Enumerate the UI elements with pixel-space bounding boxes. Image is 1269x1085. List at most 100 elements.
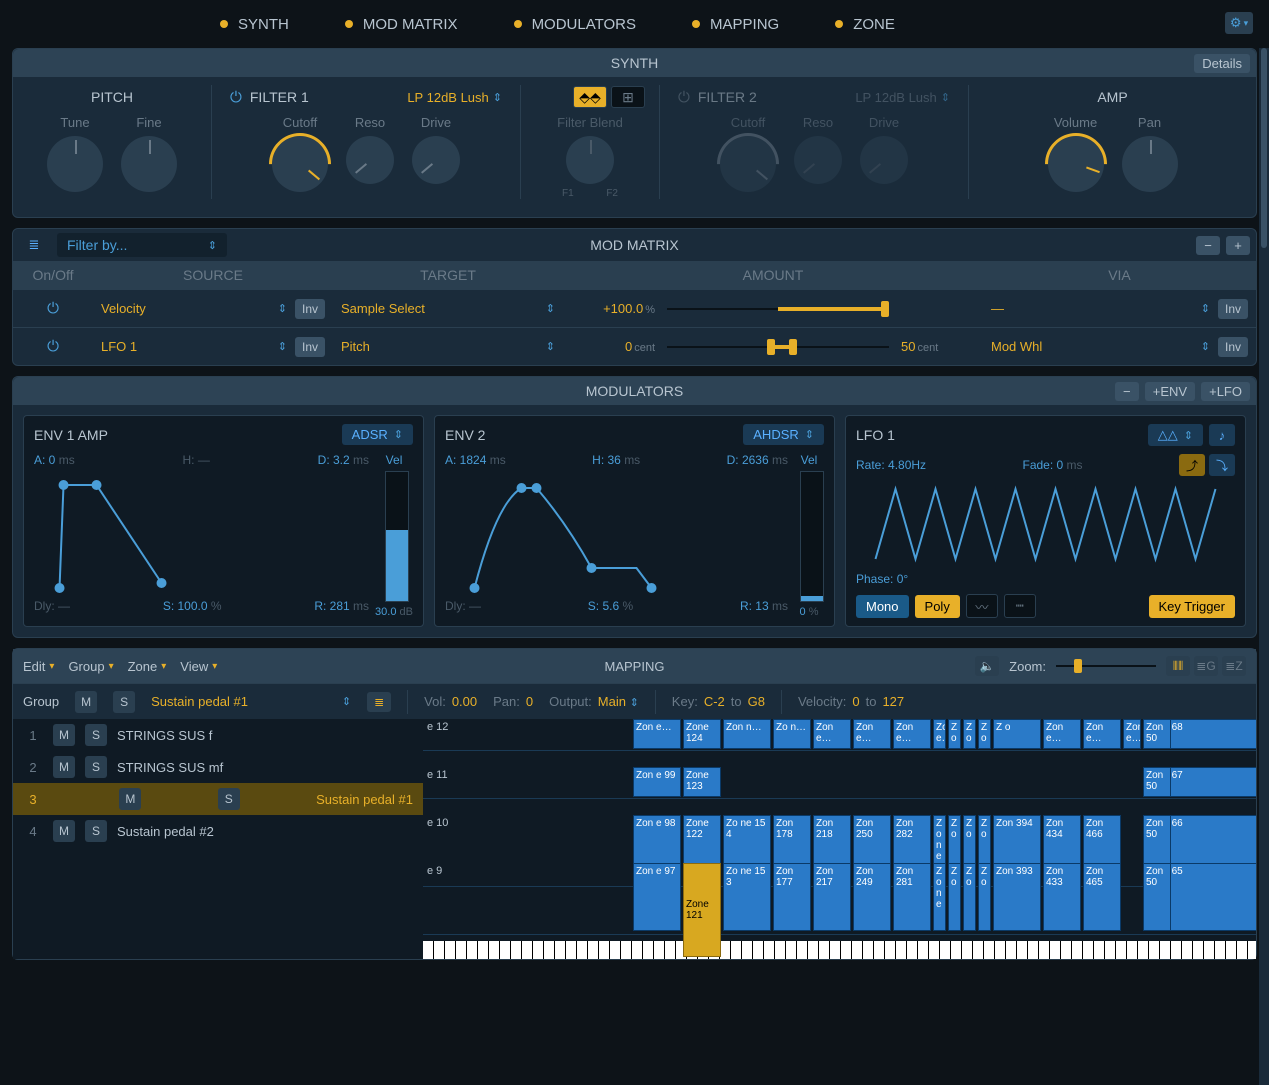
add-row-button[interactable]: + <box>1226 236 1250 255</box>
zone-cell[interactable]: Zon 177 <box>773 863 811 931</box>
zone-cell[interactable]: Z o <box>993 719 1041 749</box>
amount2-value[interactable]: 50cent <box>901 339 971 354</box>
zone-cell[interactable]: Zon 217 <box>813 863 851 931</box>
group-row[interactable]: 3MSSustain pedal #1 <box>13 783 423 815</box>
vol-value[interactable]: 0.00 <box>452 694 477 709</box>
target-select[interactable]: Sample Select⇕ <box>341 301 555 316</box>
lfo-fade-value[interactable]: Fade: 0 ms <box>1023 458 1083 472</box>
filter2-reso-knob[interactable] <box>794 136 842 184</box>
zone-cell[interactable]: Zon 50 <box>1143 767 1171 797</box>
filter1-reso-knob[interactable] <box>346 136 394 184</box>
group-name-select[interactable]: Sustain pedal #1⇕ <box>151 694 351 709</box>
zone-cell[interactable]: Zon e… <box>633 719 681 749</box>
amount-slider[interactable] <box>667 346 889 348</box>
zone-grid[interactable]: e 12Zone 68Zon e…Zone 124Zon n…Zo n…Zon … <box>423 719 1256 959</box>
scrollbar-thumb[interactable] <box>1261 48 1267 248</box>
sustain-value[interactable]: S: 100.0 % <box>163 599 222 613</box>
filter2-drive-knob[interactable] <box>860 136 908 184</box>
release-value[interactable]: R: 13 ms <box>740 599 788 613</box>
list-toggle-icon[interactable]: ≣ <box>367 692 391 712</box>
zone-cell[interactable]: Zon 433 <box>1043 863 1081 931</box>
mute-button[interactable]: M <box>75 691 97 713</box>
solo-button[interactable]: S <box>85 820 107 842</box>
zone-cell[interactable]: Zon 465 <box>1083 863 1121 931</box>
mute-button[interactable]: M <box>53 756 75 778</box>
zone-cell[interactable]: Z o <box>948 719 961 749</box>
tab-mod-matrix[interactable]: MOD MATRIX <box>317 16 486 33</box>
zone-cell[interactable]: Zon 281 <box>893 863 931 931</box>
attack-value[interactable]: A: 0 ms <box>34 453 75 467</box>
mute-button[interactable]: M <box>53 820 75 842</box>
list-icon[interactable]: ≣ <box>21 234 47 256</box>
zone-cell[interactable]: Z o <box>963 719 976 749</box>
scrollbar[interactable] <box>1259 48 1269 1085</box>
zone-cell[interactable]: Z o <box>978 863 991 931</box>
zone-cell[interactable]: Z o <box>978 719 991 749</box>
zone-cell[interactable]: Zone 124 <box>683 719 721 749</box>
lfo-wave-select[interactable]: △△⇕ <box>1148 424 1203 446</box>
vel-slider[interactable] <box>385 471 409 602</box>
zone-cell[interactable]: Zone 121 <box>683 863 721 957</box>
zone-cell[interactable]: Zon 249 <box>853 863 891 931</box>
source-select[interactable]: LFO 1⇕ <box>101 339 287 354</box>
pan-knob[interactable] <box>1122 136 1178 192</box>
zone-cell[interactable]: Zon e… <box>893 719 931 749</box>
zone-cell[interactable]: Zon e 97 <box>633 863 681 931</box>
key-trigger-button[interactable]: Key Trigger <box>1149 595 1235 618</box>
target-select[interactable]: Pitch⇕ <box>341 339 555 354</box>
tab-modulators[interactable]: MODULATORS <box>486 16 664 33</box>
inv-button[interactable]: Inv <box>295 337 325 357</box>
group-row[interactable]: 1MSSTRINGS SUS f <box>13 719 423 751</box>
add-env-button[interactable]: +ENV <box>1145 382 1195 401</box>
fine-knob[interactable] <box>121 136 177 192</box>
filter1-drive-knob[interactable] <box>412 136 460 184</box>
zone-menu[interactable]: Zone▾ <box>128 659 167 674</box>
via-select[interactable]: —⇕ <box>991 301 1210 316</box>
zoom-slider[interactable] <box>1056 665 1156 667</box>
group-menu[interactable]: Group▾ <box>68 659 113 674</box>
zone-cell[interactable]: Zon 50 <box>1143 719 1171 749</box>
tune-knob[interactable] <box>47 136 103 192</box>
solo-button[interactable]: S <box>85 756 107 778</box>
view-menu[interactable]: View▾ <box>180 659 217 674</box>
filter1-power-icon[interactable]: ⏻ <box>230 89 242 106</box>
add-lfo-button[interactable]: +LFO <box>1201 382 1250 401</box>
routing-parallel-button[interactable]: ⊞ <box>611 86 645 108</box>
mute-button[interactable]: M <box>53 724 75 746</box>
view-keys-button[interactable]: ⦀⦀ <box>1166 656 1190 676</box>
zone-cell[interactable]: Zon e… <box>1083 719 1121 749</box>
keyboard-strip[interactable] <box>423 941 1256 959</box>
source-select[interactable]: Velocity⇕ <box>101 301 287 316</box>
amount-slider[interactable] <box>667 308 889 310</box>
audition-button[interactable]: 🔈 <box>975 656 999 676</box>
zone-cell[interactable]: Z o n e <box>933 863 946 931</box>
inv-button[interactable]: Inv <box>1218 337 1248 357</box>
group-row[interactable]: 2MSSTRINGS SUS mf <box>13 751 423 783</box>
env1-graph[interactable] <box>34 473 369 593</box>
filter-blend-knob[interactable] <box>566 136 614 184</box>
zone-cell[interactable]: Zone 123 <box>683 767 721 797</box>
zone-cell[interactable]: Z o <box>948 863 961 931</box>
view-group-button[interactable]: ≣G <box>1194 656 1218 676</box>
zone-cell[interactable]: Zon e 99 <box>633 767 681 797</box>
zone-cell[interactable]: Zon e… <box>813 719 851 749</box>
zone-cell[interactable]: Zon e… <box>1043 719 1081 749</box>
tab-mapping[interactable]: MAPPING <box>664 16 807 33</box>
solo-button[interactable]: S <box>113 691 135 713</box>
sustain-value[interactable]: S: 5.6 % <box>588 599 633 613</box>
details-button[interactable]: Details <box>1194 54 1250 73</box>
release-value[interactable]: R: 281 ms <box>314 599 369 613</box>
filter2-cutoff-knob[interactable] <box>720 136 776 192</box>
remove-modulator-button[interactable]: − <box>1115 382 1139 401</box>
output-select[interactable]: Main ⇕ <box>598 694 639 709</box>
via-select[interactable]: Mod Whl⇕ <box>991 339 1210 354</box>
volume-knob[interactable] <box>1048 136 1104 192</box>
remove-row-button[interactable]: − <box>1196 236 1220 255</box>
row-power-button[interactable]: ⏻ <box>47 300 59 317</box>
tab-zone[interactable]: ZONE <box>807 16 923 33</box>
zone-cell[interactable]: Zon e… <box>933 719 946 749</box>
fade-in-button[interactable]: ⤴ <box>1179 454 1205 476</box>
zone-cell[interactable]: Zon 50 <box>1143 863 1171 931</box>
zone-cell[interactable]: Z o <box>963 863 976 931</box>
row-power-button[interactable]: ⏻ <box>47 338 59 355</box>
